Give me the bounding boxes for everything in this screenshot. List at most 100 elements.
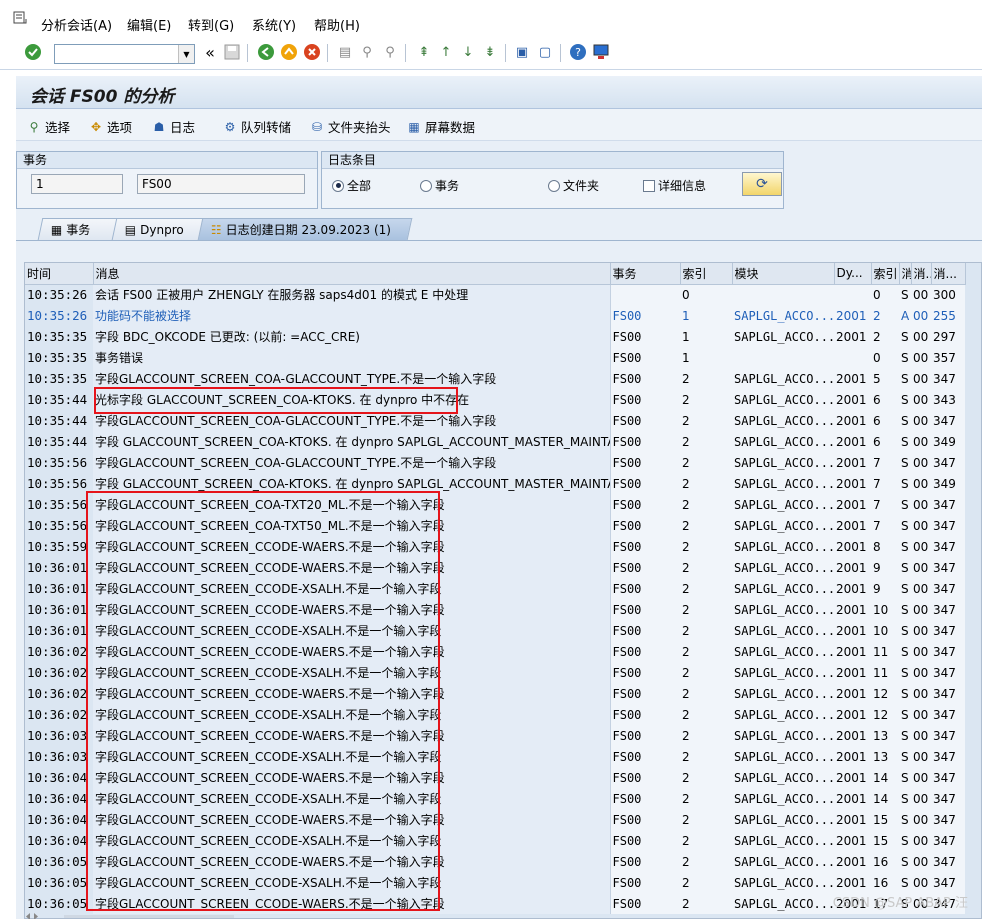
table-row[interactable]: 10:36:04 字段GLACCOUNT_SCREEN_CCODE-XSALH.不… [25, 830, 965, 851]
table-row[interactable]: 10:36:02 字段GLACCOUNT_SCREEN_CCODE-XSALH.不… [25, 662, 965, 683]
table-row[interactable]: 10:36:01 字段GLACCOUNT_SCREEN_CCODE-XSALH.不… [25, 578, 965, 599]
table-row[interactable]: 10:36:04 字段GLACCOUNT_SCREEN_CCODE-WAERS.不… [25, 767, 965, 788]
command-field[interactable]: ▼ [54, 44, 195, 64]
enter-check-icon[interactable] [23, 42, 43, 62]
table-row[interactable]: 10:36:05 字段GLACCOUNT_SCREEN_CCODE-XSALH.不… [25, 872, 965, 893]
help-icon[interactable]: ? [568, 42, 588, 62]
col-msg-type[interactable]: 消 [899, 263, 912, 285]
table-row[interactable]: 10:36:02 字段GLACCOUNT_SCREEN_CCODE-XSALH.不… [25, 704, 965, 725]
log-button[interactable]: ☗ 日志 [151, 117, 195, 136]
refresh-button[interactable]: ⟳ [742, 172, 782, 196]
table-row[interactable]: 10:35:44 字段 GLACCOUNT_SCREEN_COA-KTOKS. 在… [25, 431, 965, 452]
cell-module: SAPLGL_ACCO... [732, 683, 834, 704]
log-entries-group: 日志条目 全部 事务 文件夹 详细信息 ⟳ [321, 151, 784, 209]
horizontal-scrollbar[interactable] [24, 910, 244, 919]
col-transaction[interactable]: 事务 [610, 263, 681, 285]
cell-msg-class: 00 [911, 389, 931, 410]
cell-msg-number: 347 [931, 599, 965, 620]
back-arrows-icon[interactable]: « [200, 42, 220, 62]
menu-goto[interactable]: 转到(G) [188, 15, 234, 34]
screen-data-button[interactable]: ▦ 屏幕数据 [406, 117, 475, 136]
create-session-icon[interactable]: ▣ [512, 42, 532, 62]
table-row[interactable]: 10:35:56 字段 GLACCOUNT_SCREEN_COA-KTOKS. 在… [25, 473, 965, 494]
table-row[interactable]: 10:36:02 字段GLACCOUNT_SCREEN_CCODE-WAERS.不… [25, 683, 965, 704]
previous-page-icon[interactable]: ↑ [436, 42, 456, 62]
cell-index2: 15 [871, 830, 899, 851]
table-row[interactable]: 10:35:56 字段GLACCOUNT_SCREEN_COA-TXT20_ML.… [25, 494, 965, 515]
table-row[interactable]: 10:35:35 字段 BDC_OKCODE 已更改: (以前: =ACC_CRE… [25, 326, 965, 347]
queue-dump-button[interactable]: ⚙ 队列转储 [222, 117, 291, 136]
table-row[interactable]: 10:36:04 字段GLACCOUNT_SCREEN_CCODE-WAERS.不… [25, 809, 965, 830]
first-page-icon[interactable]: ⇞ [414, 42, 434, 62]
menu-system[interactable]: 系统(Y) [252, 15, 296, 34]
cell-index: 2 [680, 620, 732, 641]
col-module[interactable]: 模块 [732, 263, 835, 285]
select-button[interactable]: ⚲ 选择 [26, 117, 70, 136]
table-row[interactable]: 10:35:35 事务错误 FS00 1 0 S 00 357 [25, 347, 965, 368]
cell-index2: 6 [871, 389, 899, 410]
col-dynpro[interactable]: Dy... [834, 263, 872, 285]
cancel-icon[interactable] [302, 42, 322, 62]
last-page-icon[interactable]: ⇟ [480, 42, 500, 62]
folder-header-button[interactable]: ⛁ 文件夹抬头 [309, 117, 391, 136]
col-index[interactable]: 索引 [680, 263, 733, 285]
table-row[interactable]: 10:35:35 字段GLACCOUNT_SCREEN_COA-GLACCOUNT… [25, 368, 965, 389]
cell-module: SAPLGL_ACCO... [732, 788, 834, 809]
cell-msg-type: S [899, 473, 911, 494]
options-button[interactable]: ✥ 选项 [88, 117, 132, 136]
menu-help[interactable]: 帮助(H) [314, 15, 360, 34]
cell-transaction: FS00 [609, 473, 680, 494]
radio-transaction[interactable]: 事务 [420, 177, 459, 194]
log-table-panel: 时间 消息 事务 索引 模块 Dy... 索引 消 消... 消... 10:3… [24, 262, 982, 919]
table-row[interactable]: 10:36:04 字段GLACCOUNT_SCREEN_CCODE-XSALH.不… [25, 788, 965, 809]
details-checkbox[interactable]: 详细信息 [643, 177, 706, 194]
exit-icon[interactable] [279, 42, 299, 62]
table-row[interactable]: 10:35:44 光标字段 GLACCOUNT_SCREEN_COA-KTOKS.… [25, 389, 965, 410]
table-row[interactable]: 10:36:01 字段GLACCOUNT_SCREEN_CCODE-WAERS.不… [25, 599, 965, 620]
system-menu-icon[interactable] [12, 10, 28, 26]
table-row[interactable]: 10:35:56 字段GLACCOUNT_SCREEN_COA-GLACCOUNT… [25, 452, 965, 473]
table-row[interactable]: 10:36:03 字段GLACCOUNT_SCREEN_CCODE-XSALH.不… [25, 746, 965, 767]
find-icon[interactable]: ⚲ [357, 42, 377, 62]
table-row[interactable]: 10:35:26 会话 FS00 正被用户 ZHENGLY 在服务器 saps4d… [25, 284, 965, 305]
find-next-icon[interactable]: ⚲ [380, 42, 400, 62]
tab-log-date[interactable]: ☷ 日志创建日期 23.09.2023 (1) [197, 218, 413, 240]
cell-msg-class: 00 [911, 410, 931, 431]
table-row[interactable]: 10:36:02 字段GLACCOUNT_SCREEN_CCODE-WAERS.不… [25, 641, 965, 662]
col-index2[interactable]: 索引 [871, 263, 900, 285]
cell-msg-type: S [899, 347, 911, 368]
print-icon[interactable]: ▤ [335, 42, 355, 62]
cell-time: 10:36:02 [27, 644, 88, 659]
col-time[interactable]: 时间 [25, 263, 94, 285]
tab-dynpro[interactable]: ▤ Dynpro [111, 218, 205, 240]
table-row[interactable]: 10:35:44 字段GLACCOUNT_SCREEN_COA-GLACCOUNT… [25, 410, 965, 431]
table-row[interactable]: 10:36:01 字段GLACCOUNT_SCREEN_CCODE-WAERS.不… [25, 557, 965, 578]
table-row[interactable]: 10:35:56 字段GLACCOUNT_SCREEN_COA-TXT50_ML.… [25, 515, 965, 536]
table-row[interactable]: 10:36:05 字段GLACCOUNT_SCREEN_CCODE-WAERS.不… [25, 851, 965, 872]
next-page-icon[interactable]: ↓ [458, 42, 478, 62]
col-message[interactable]: 消息 [93, 263, 611, 285]
back-icon[interactable] [256, 42, 276, 62]
save-icon[interactable] [222, 42, 242, 62]
customize-layout-icon[interactable] [591, 42, 611, 62]
col-msg-number[interactable]: 消... [931, 263, 966, 285]
table-row[interactable]: 10:36:01 字段GLACCOUNT_SCREEN_CCODE-XSALH.不… [25, 620, 965, 641]
cell-msg-class: 00 [911, 641, 931, 662]
table-row[interactable]: 10:35:26 功能码不能被选择 FS00 1 SAPLGL_ACCO... 2001 2… [25, 305, 965, 326]
chevron-down-icon[interactable]: ▼ [178, 45, 194, 63]
cell-module [732, 284, 834, 305]
menu-session[interactable]: 分析会话(A) [41, 15, 112, 34]
tab-transaction[interactable]: ▦ 事务 [37, 218, 123, 240]
cell-index2: 10 [871, 599, 899, 620]
cell-msg-number: 349 [931, 431, 965, 452]
menu-edit[interactable]: 编辑(E) [127, 15, 171, 34]
table-row[interactable]: 10:36:03 字段GLACCOUNT_SCREEN_CCODE-WAERS.不… [25, 725, 965, 746]
cell-time: 10:35:56 [27, 518, 88, 533]
cell-msg-type: S [899, 599, 911, 620]
cell-time: 10:35:35 [27, 329, 88, 344]
col-msg-class[interactable]: 消... [911, 263, 932, 285]
radio-all[interactable]: 全部 [332, 177, 371, 194]
table-row[interactable]: 10:35:59 字段GLACCOUNT_SCREEN_CCODE-WAERS.不… [25, 536, 965, 557]
shortcut-icon[interactable]: ▢ [535, 42, 555, 62]
radio-folder[interactable]: 文件夹 [548, 177, 599, 194]
